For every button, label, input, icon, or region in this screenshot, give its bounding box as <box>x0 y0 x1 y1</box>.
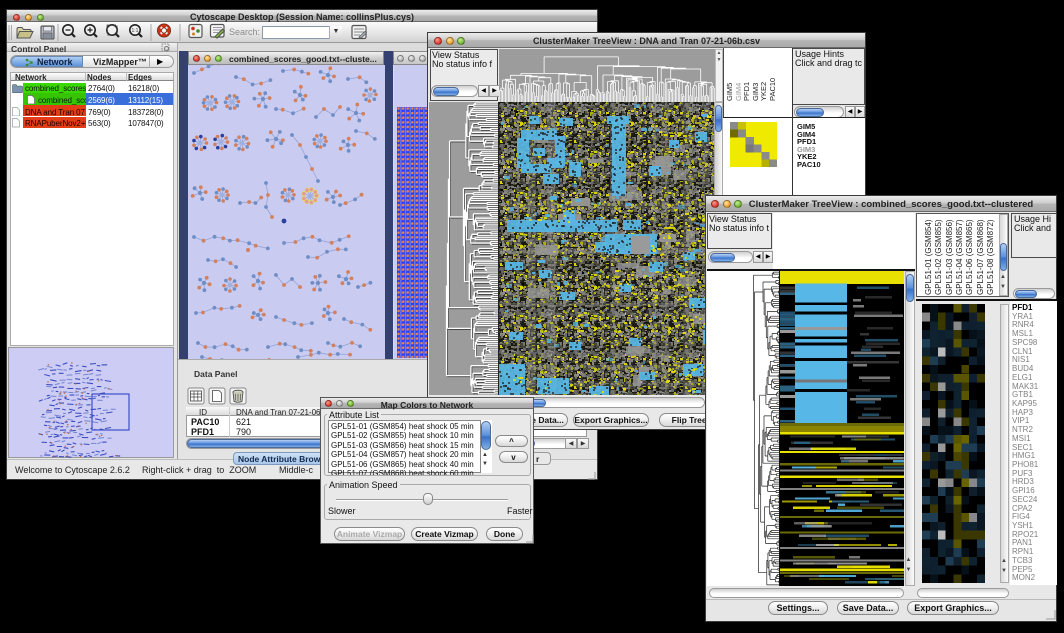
svg-text:1:1: 1:1 <box>132 28 139 34</box>
